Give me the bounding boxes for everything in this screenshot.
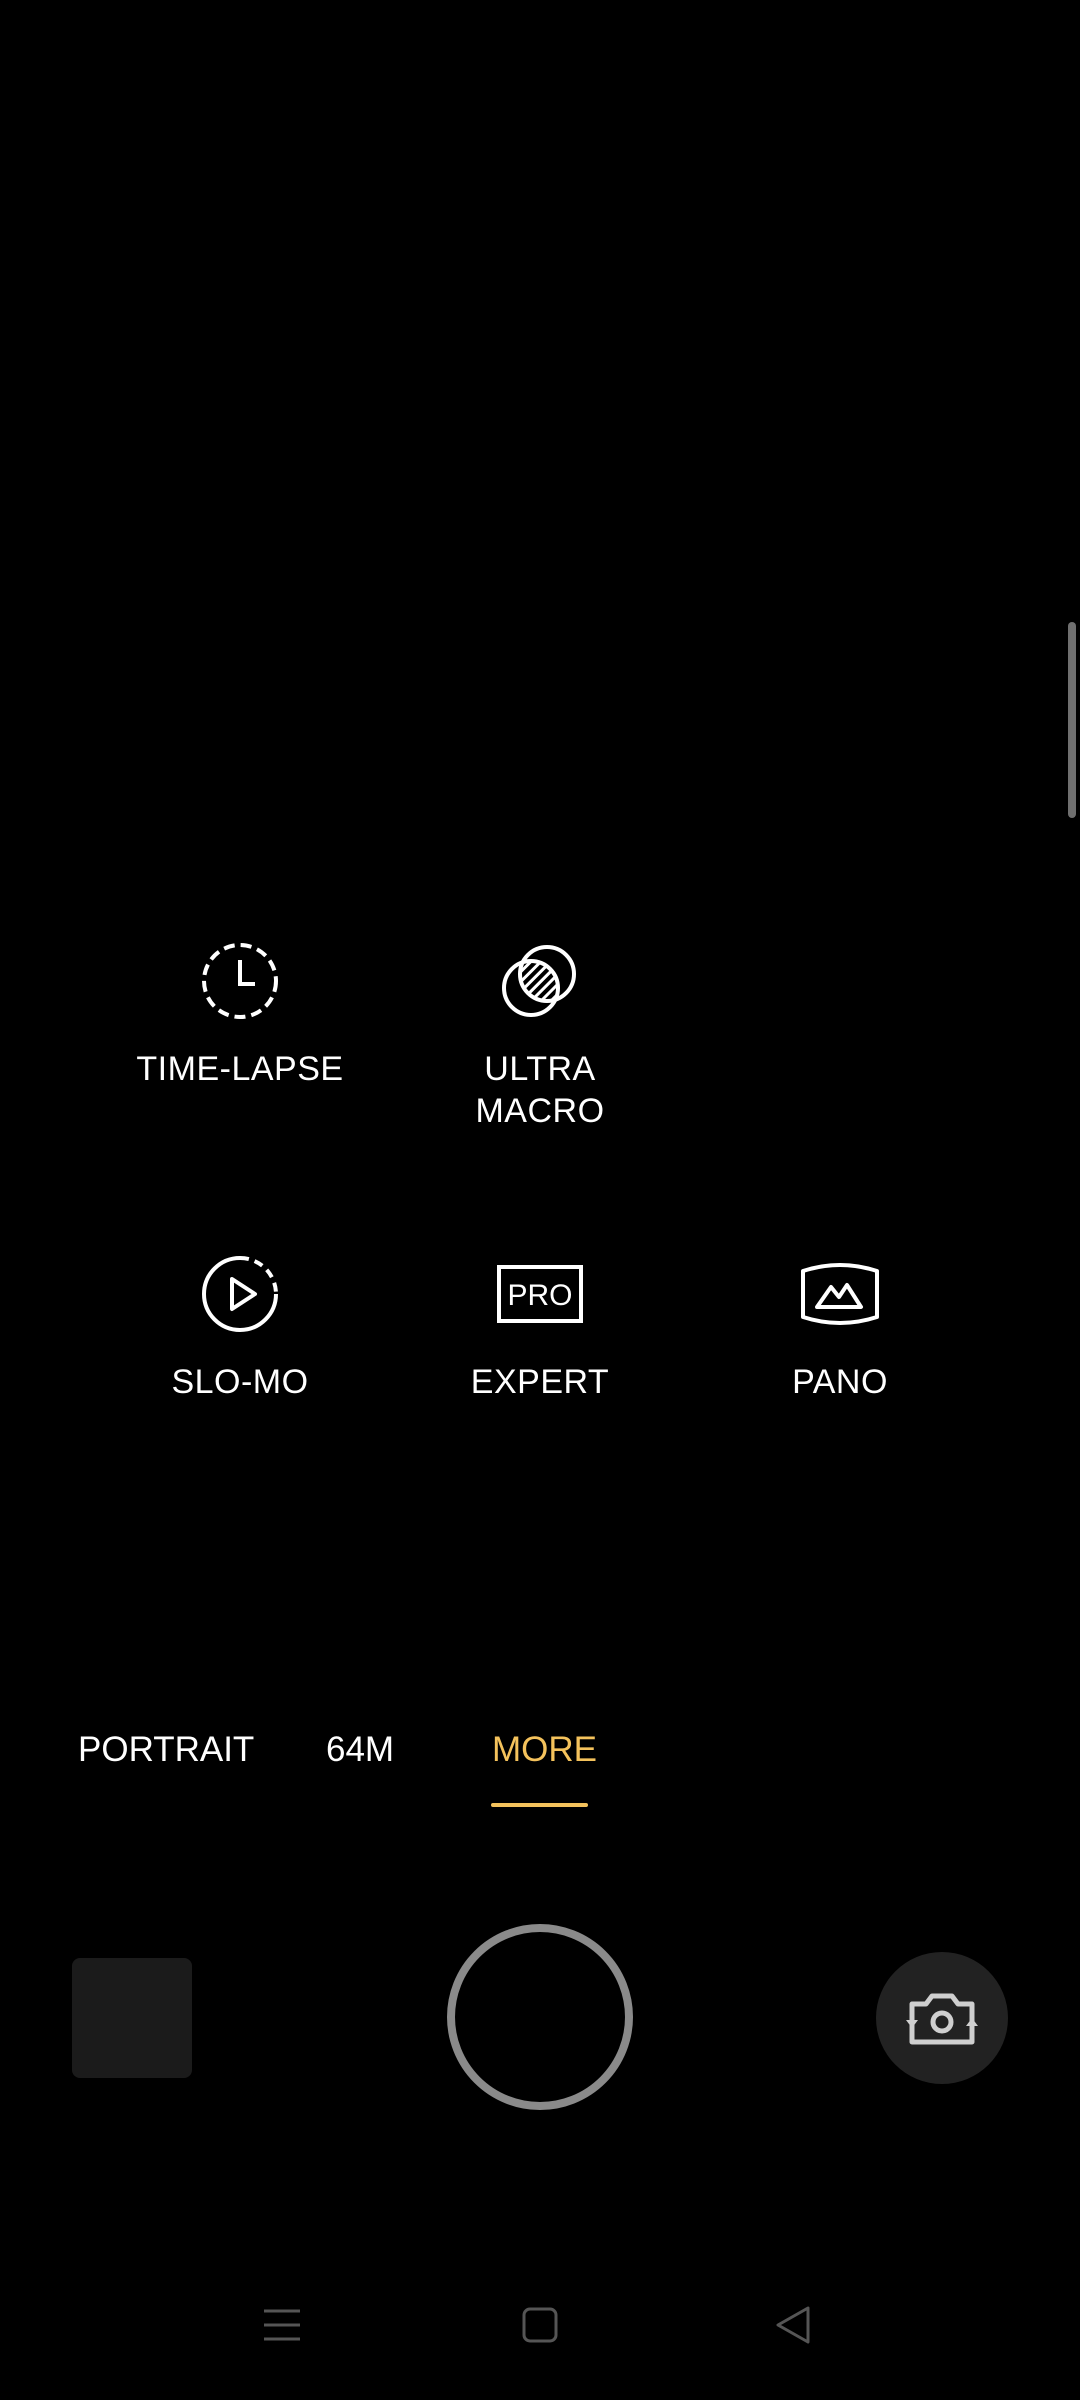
shutter-button[interactable]: [447, 1924, 633, 2110]
mode-expert[interactable]: PRO EXPERT: [390, 1249, 690, 1403]
mode-tabs: PORTRAIT 64M MORE: [0, 1728, 1080, 1808]
ultra-macro-icon: [502, 945, 576, 1017]
mode-label: SLO-MO: [171, 1363, 309, 1401]
mode-slo-mo[interactable]: SLO-MO: [90, 1249, 390, 1403]
gallery-thumbnail[interactable]: [72, 1958, 192, 2078]
home-icon[interactable]: [520, 2305, 560, 2345]
tab-more[interactable]: MORE: [492, 1728, 597, 1772]
scroll-indicator[interactable]: [1068, 622, 1076, 818]
pano-icon: [801, 1263, 879, 1325]
mode-label: ULTRA MACRO: [475, 1050, 605, 1130]
tab-portrait[interactable]: PORTRAIT: [78, 1728, 254, 1772]
tab-64m[interactable]: 64M: [326, 1728, 394, 1772]
switch-camera-button[interactable]: [876, 1952, 1008, 2084]
switch-camera-icon: [906, 1993, 978, 2045]
mode-label: EXPERT: [470, 1363, 610, 1401]
active-tab-indicator: [491, 1803, 588, 1807]
time-lapse-icon: [202, 943, 278, 1019]
menu-icon[interactable]: [262, 2305, 302, 2345]
mode-pano[interactable]: PANO: [690, 1249, 990, 1403]
slo-mo-icon: [202, 1256, 278, 1332]
expert-pro-icon: PRO: [497, 1265, 583, 1323]
mode-time-lapse[interactable]: TIME-LAPSE: [90, 936, 390, 1090]
mode-label: TIME-LAPSE: [136, 1050, 344, 1088]
mode-label: PANO: [792, 1363, 888, 1401]
navigation-bar: [0, 2280, 1080, 2390]
svg-text:PRO: PRO: [507, 1279, 572, 1312]
back-icon[interactable]: [774, 2305, 814, 2345]
mode-ultra-macro[interactable]: ULTRA MACRO: [390, 936, 690, 1132]
